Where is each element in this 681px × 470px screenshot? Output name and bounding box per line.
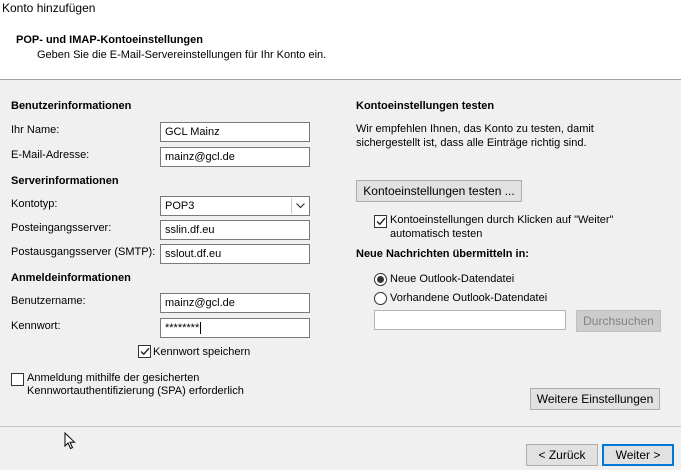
new-data-file-radio[interactable] (374, 273, 387, 286)
test-desc-line1: Wir empfehlen Ihnen, das Konto zu testen… (356, 123, 594, 135)
auto-test-label-line1: Kontoeinstellungen durch Klicken auf "We… (390, 214, 614, 226)
back-button[interactable]: < Zurück (526, 444, 598, 466)
header-title: POP- und IMAP-Kontoeinstellungen (16, 34, 203, 46)
auto-test-checkbox[interactable] (374, 215, 387, 228)
footer-divider (0, 426, 681, 427)
section-user-info: Benutzerinformationen (11, 100, 132, 112)
section-login-info: Anmeldeinformationen (11, 272, 131, 284)
browse-button[interactable]: Durchsuchen (576, 310, 661, 332)
existing-data-file-radio[interactable] (374, 292, 387, 305)
username-label: Benutzername: (11, 295, 86, 307)
spa-label-line1: Anmeldung mithilfe der gesicherten (27, 372, 200, 384)
data-file-path-input[interactable] (374, 310, 566, 330)
text-caret (200, 322, 202, 335)
window-title: Konto hinzufügen (2, 1, 96, 15)
password-label: Kennwort: (11, 320, 61, 332)
chevron-down-icon[interactable] (291, 198, 308, 214)
section-deliver-to: Neue Nachrichten übermitteln in: (356, 248, 529, 260)
outgoing-server-label: Postausgangsserver (SMTP): (11, 246, 156, 258)
username-input[interactable]: mainz@gcl.de (160, 293, 310, 313)
checkmark-icon (140, 347, 150, 356)
account-type-label: Kontotyp: (11, 198, 58, 210)
email-input[interactable]: mainz@gcl.de (160, 147, 310, 167)
spa-checkbox[interactable] (11, 373, 24, 386)
name-label: Ihr Name: (11, 124, 60, 136)
save-password-label: Kennwort speichern (153, 346, 251, 358)
section-server-info: Serverinformationen (11, 175, 119, 187)
email-label: E-Mail-Adresse: (11, 149, 90, 161)
incoming-server-input[interactable]: sslin.df.eu (160, 220, 310, 240)
save-password-checkbox[interactable] (138, 345, 151, 358)
spa-label-line2: Kennwortauthentifizierung (SPA) erforder… (27, 385, 244, 397)
name-input[interactable]: GCL Mainz (160, 122, 310, 142)
radio-selected-dot (377, 276, 384, 283)
password-input[interactable]: ******** (160, 318, 310, 338)
test-desc-line2: sichergestellt ist, dass alle Einträge r… (356, 137, 587, 149)
more-settings-button[interactable]: Weitere Einstellungen (530, 388, 660, 410)
outgoing-server-input[interactable]: sslout.df.eu (160, 244, 310, 264)
test-account-button[interactable]: Kontoeinstellungen testen ... (356, 180, 522, 202)
header-subtitle: Geben Sie die E-Mail-Servereinstellungen… (37, 49, 327, 61)
auto-test-label-line2: automatisch testen (390, 228, 483, 240)
password-value: ******** (165, 322, 200, 334)
account-type-select[interactable]: POP3 (160, 196, 310, 216)
title-bar (0, 0, 681, 18)
new-data-file-label: Neue Outlook-Datendatei (390, 273, 515, 285)
next-button[interactable]: Weiter > (602, 444, 674, 466)
account-type-value: POP3 (165, 200, 195, 212)
checkmark-icon (376, 217, 386, 226)
incoming-server-label: Posteingangsserver: (11, 222, 112, 234)
existing-data-file-label: Vorhandene Outlook-Datendatei (390, 292, 548, 304)
section-test-settings: Kontoeinstellungen testen (356, 100, 495, 112)
mouse-cursor-icon (64, 431, 76, 453)
